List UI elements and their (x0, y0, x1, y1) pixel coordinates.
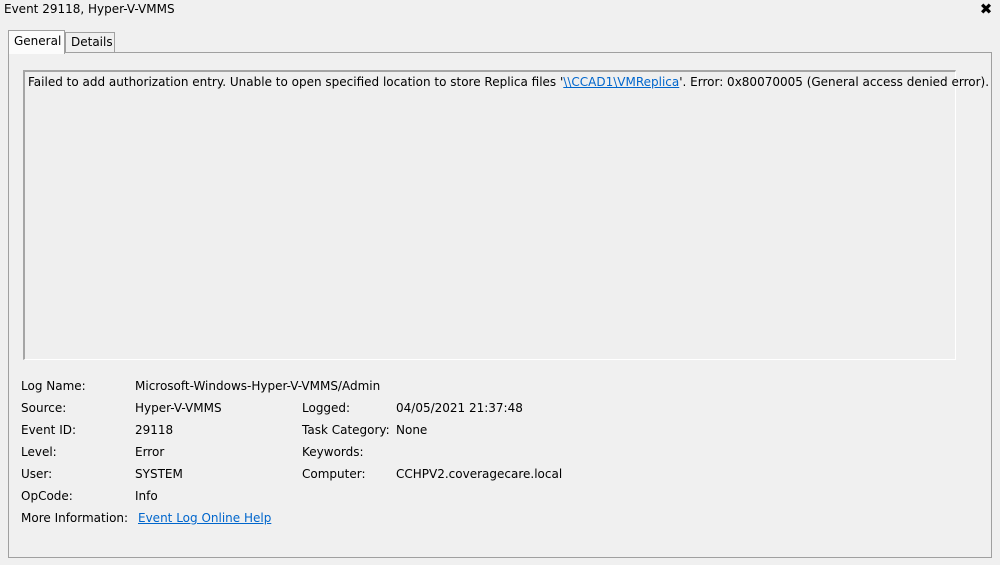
source-label: Source: (21, 401, 67, 415)
keywords-label: Keywords: (302, 445, 364, 459)
event-id-label: Event ID: (21, 423, 77, 437)
description-text-suffix: '. Error: 0x80070005 (General access den… (679, 75, 990, 89)
description-text-prefix: Failed to add authorization entry. Unabl… (28, 75, 564, 89)
close-icon[interactable]: ✖ (978, 0, 994, 18)
level-value[interactable]: Error (135, 445, 164, 459)
event-properties-window: Event 29118, Hyper-V-VMMS ✖ General Deta… (0, 0, 1000, 565)
task-category-value[interactable]: None (396, 423, 427, 437)
level-label: Level: (21, 445, 57, 459)
log-name-label: Log Name: (21, 379, 86, 393)
computer-label: Computer: (302, 467, 366, 481)
log-name-value[interactable]: Microsoft-Windows-Hyper-V-VMMS/Admin (135, 379, 380, 393)
logged-label: Logged: (302, 401, 351, 415)
window-title: Event 29118, Hyper-V-VMMS (4, 2, 175, 16)
event-log-online-help-link[interactable]: Event Log Online Help (138, 511, 271, 525)
tab-general[interactable]: General (8, 30, 65, 54)
source-value[interactable]: Hyper-V-VMMS (135, 401, 222, 415)
user-label: User: (21, 467, 53, 481)
event-description-box[interactable]: Failed to add authorization entry. Unabl… (23, 70, 989, 360)
replica-path-link[interactable]: \\CCAD1\VMReplica (563, 75, 679, 89)
tab-details[interactable]: Details (65, 32, 115, 52)
opcode-label: OpCode: (21, 489, 73, 503)
general-tab-panel: Failed to add authorization entry. Unabl… (8, 52, 992, 558)
opcode-value[interactable]: Info (135, 489, 158, 503)
title-bar[interactable]: Event 29118, Hyper-V-VMMS ✖ (0, 0, 1000, 20)
task-category-label: Task Category: (302, 423, 390, 437)
event-id-value[interactable]: 29118 (135, 423, 173, 437)
logged-value[interactable]: 04/05/2021 21:37:48 (396, 401, 523, 415)
user-value[interactable]: SYSTEM (135, 467, 183, 481)
more-information-label: More Information: (21, 511, 129, 525)
computer-value[interactable]: CCHPV2.coveragecare.local (396, 467, 562, 481)
